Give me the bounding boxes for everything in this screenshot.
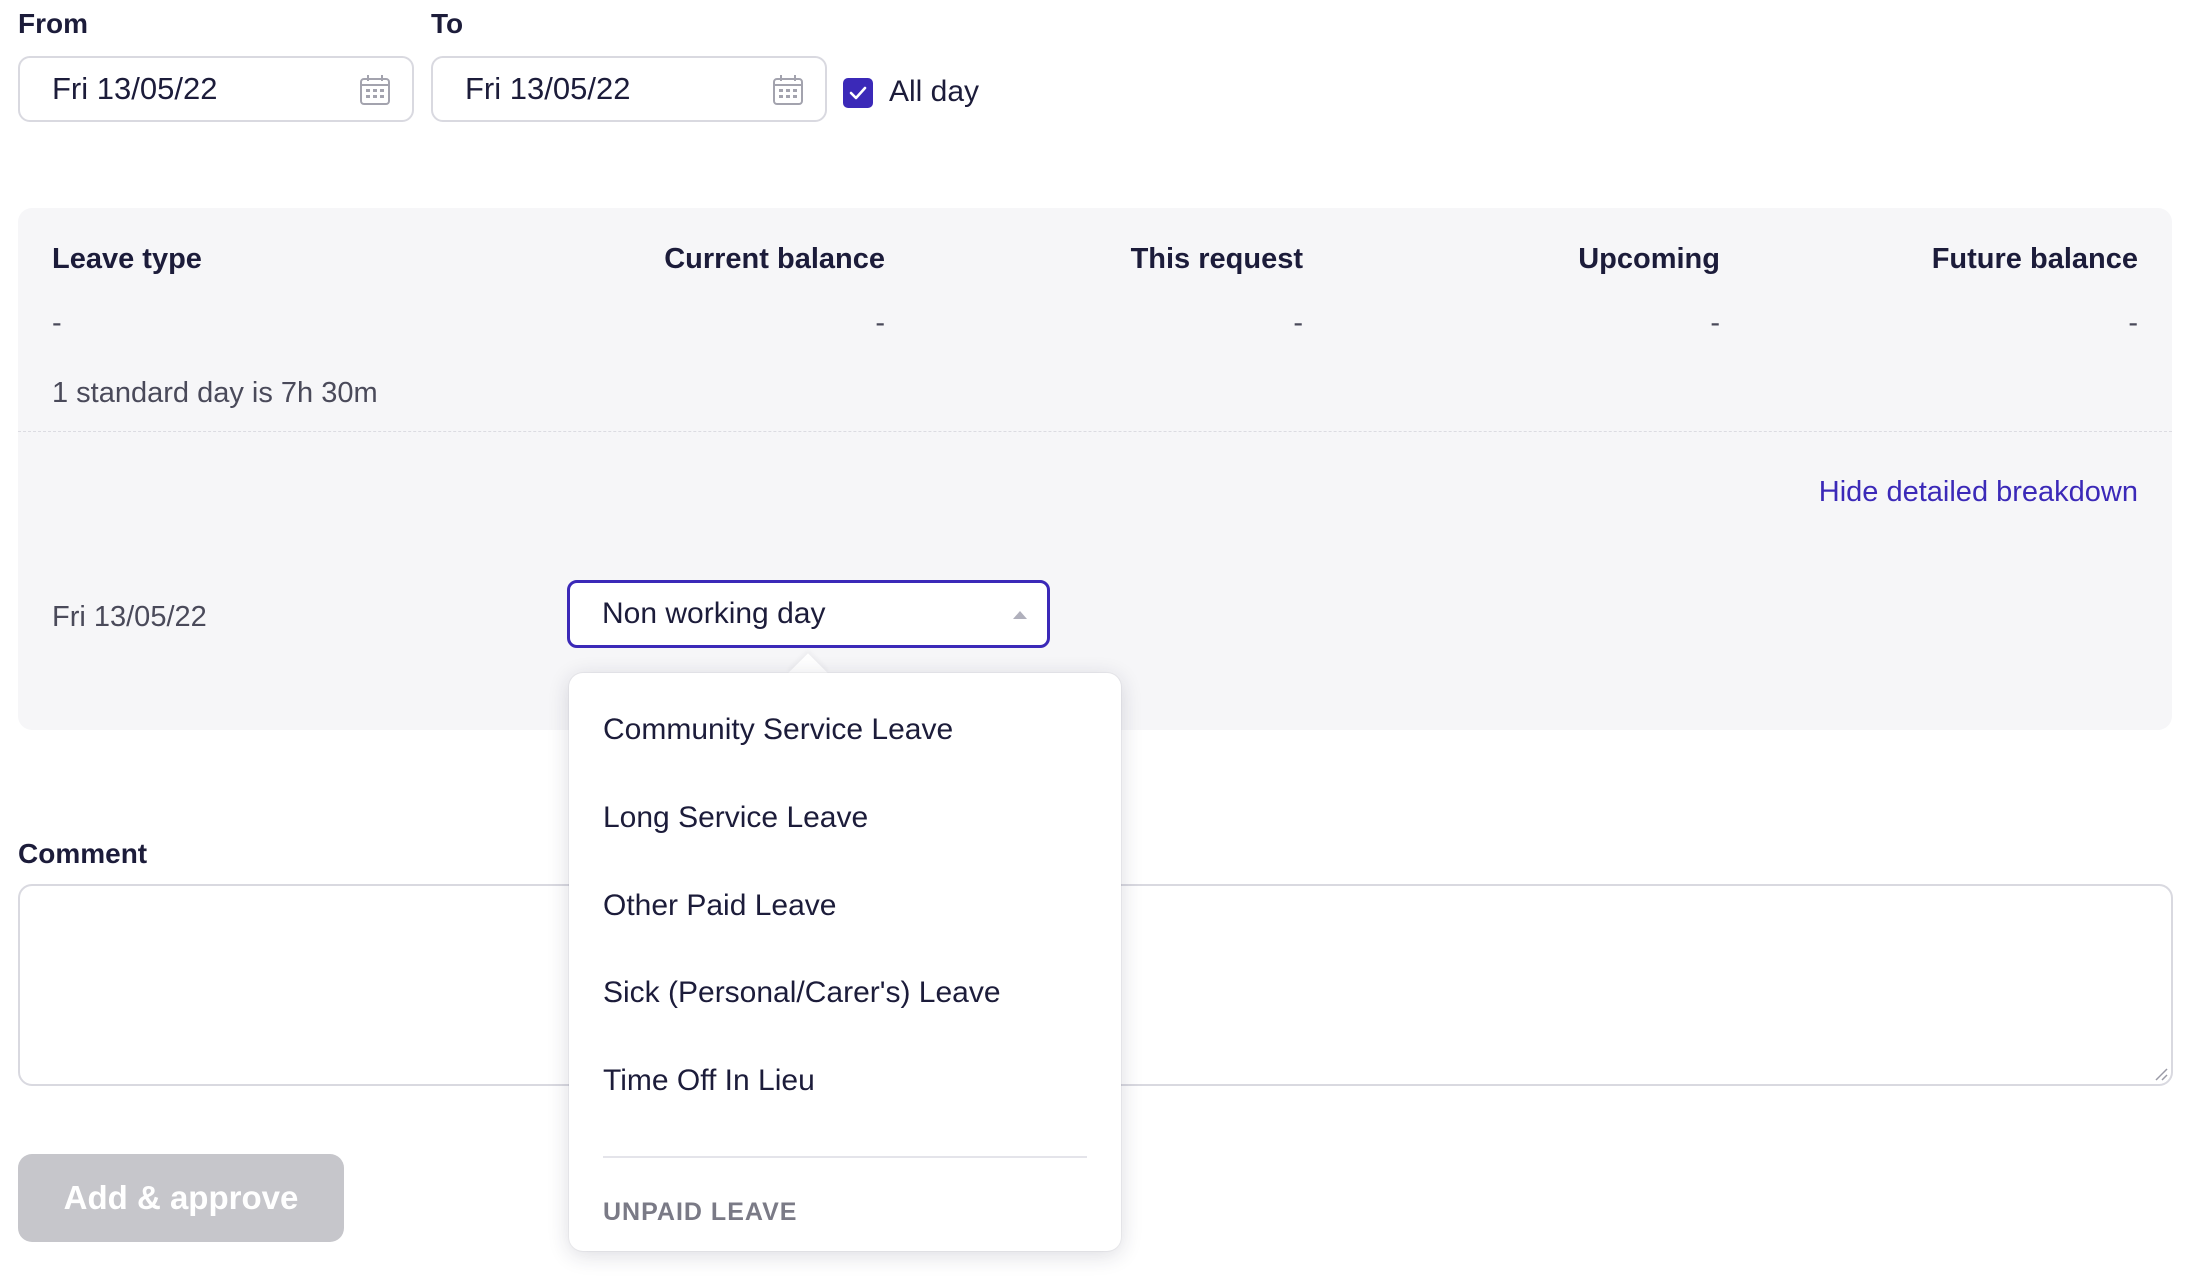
dropdown-separator (603, 1156, 1087, 1158)
leave-type-dropdown (569, 673, 1121, 1251)
day-type-select[interactable]: Non working day (567, 580, 1050, 648)
to-label: To (431, 8, 464, 39)
col-header-current-balance: Current balance (664, 243, 885, 275)
col-header-this-request: This request (1130, 243, 1303, 275)
col-header-leave-type: Leave type (52, 243, 202, 275)
cell-leave-type: - (52, 307, 62, 339)
breakdown-date: Fri 13/05/22 (52, 601, 207, 633)
from-label: From (18, 8, 88, 39)
standard-day-note: 1 standard day is 7h 30m (52, 377, 378, 409)
to-date-value: Fri 13/05/22 (465, 71, 631, 106)
resize-grip-icon[interactable] (2151, 1064, 2169, 1082)
chevron-up-icon (1013, 611, 1027, 619)
balance-panel (18, 208, 2172, 730)
comment-label: Comment (18, 838, 148, 869)
calendar-icon[interactable] (771, 73, 805, 107)
add-approve-button[interactable]: Add & approve (18, 1154, 344, 1242)
dropdown-option-other-paid-leave[interactable]: Other Paid Leave (603, 889, 836, 923)
cell-upcoming: - (1710, 307, 1720, 339)
panel-divider (18, 431, 2172, 432)
dropdown-option-time-off-in-lieu[interactable]: Time Off In Lieu (603, 1064, 815, 1098)
day-type-selected-value: Non working day (602, 597, 826, 630)
cell-future-balance: - (2128, 307, 2138, 339)
hide-breakdown-link[interactable]: Hide detailed breakdown (1819, 476, 2138, 509)
to-date-input[interactable]: Fri 13/05/22 (431, 56, 827, 122)
col-header-future-balance: Future balance (1931, 243, 2138, 275)
dropdown-option-sick-leave[interactable]: Sick (Personal/Carer's) Leave (603, 976, 1001, 1010)
col-header-upcoming: Upcoming (1578, 243, 1720, 275)
dropdown-group-unpaid-leave: UNPAID LEAVE (603, 1198, 798, 1226)
calendar-icon[interactable] (358, 73, 392, 107)
from-date-input[interactable]: Fri 13/05/22 (18, 56, 414, 122)
all-day-checkbox[interactable] (843, 78, 873, 108)
all-day-label[interactable]: All day (889, 75, 979, 109)
cell-current-balance: - (875, 307, 885, 339)
dropdown-option-community-service-leave[interactable]: Community Service Leave (603, 713, 953, 747)
cell-this-request: - (1293, 307, 1303, 339)
from-date-value: Fri 13/05/22 (52, 71, 218, 106)
checkmark-icon (849, 86, 867, 100)
dropdown-option-long-service-leave[interactable]: Long Service Leave (603, 801, 868, 835)
